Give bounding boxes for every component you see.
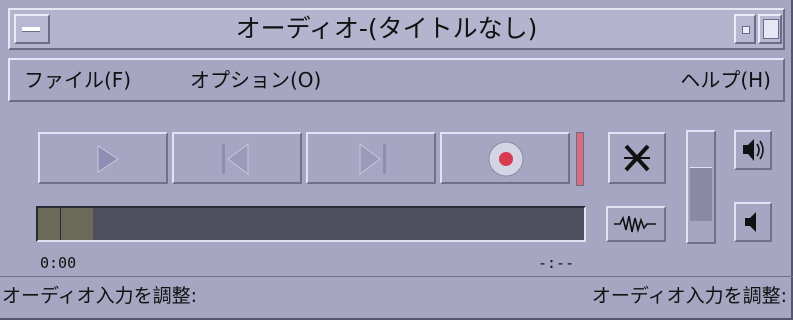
volume-up-button[interactable] — [734, 130, 772, 170]
minimize-button[interactable] — [734, 14, 756, 44]
stop-icon — [624, 144, 650, 172]
speaker-loud-icon — [743, 139, 764, 161]
progress-marker — [60, 208, 61, 240]
next-button[interactable] — [306, 132, 436, 184]
waveform-icon — [614, 215, 656, 234]
maximize-button[interactable] — [758, 14, 782, 44]
volume-slider-thumb[interactable] — [690, 167, 712, 221]
time-end: -:-- — [538, 254, 575, 272]
waveform-button[interactable] — [606, 206, 666, 242]
menu-bar: ファイル(F) オプション(O) ヘルプ(H) — [8, 58, 785, 102]
playback-progress[interactable] — [36, 206, 586, 242]
time-start: 0:00 — [40, 254, 77, 272]
menu-file[interactable]: ファイル(F) — [24, 68, 131, 92]
progress-fill — [38, 208, 93, 240]
volume-down-button[interactable] — [734, 202, 772, 242]
skip-forward-icon — [359, 143, 386, 175]
footer-divider — [0, 276, 793, 277]
play-button[interactable] — [38, 132, 168, 184]
record-icon — [488, 141, 524, 177]
minimize-icon — [742, 26, 750, 34]
volume-slider[interactable] — [686, 130, 716, 244]
input-adjust-label-right: オーディオ入力を調整: — [591, 285, 787, 307]
window-title: オーディオ-(タイトルなし) — [235, 14, 538, 43]
audio-window: オーディオ-(タイトルなし) ファイル(F) オプション(O) ヘルプ(H) 0… — [0, 0, 793, 320]
speaker-soft-icon — [745, 212, 756, 232]
play-icon — [97, 145, 119, 173]
menu-help[interactable]: ヘルプ(H) — [680, 68, 771, 92]
maximize-icon — [763, 19, 779, 39]
window-menu-icon — [22, 27, 40, 32]
menu-options[interactable]: オプション(O) — [190, 68, 321, 92]
record-level-indicator — [576, 132, 584, 186]
skip-back-icon — [222, 143, 249, 175]
title-bar[interactable]: オーディオ-(タイトルなし) — [8, 8, 785, 50]
input-adjust-label-left: オーディオ入力を調整: — [2, 285, 198, 307]
previous-button[interactable] — [172, 132, 302, 184]
record-button[interactable] — [440, 132, 570, 184]
window-menu-button[interactable] — [14, 14, 50, 44]
stop-button[interactable] — [608, 132, 666, 184]
